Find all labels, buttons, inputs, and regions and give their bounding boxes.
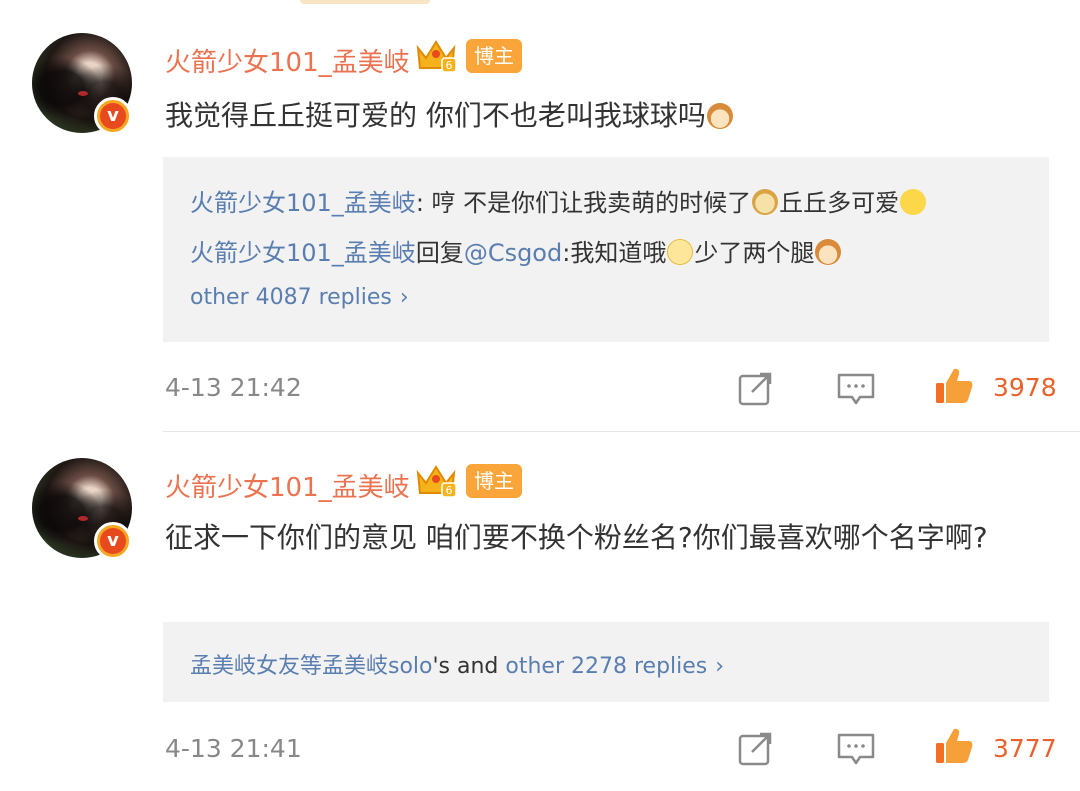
reply-line[interactable]: 火箭少女101_孟美岐: 哼 不是你们让我卖萌的时候了 丘丘多可爱 <box>190 183 927 218</box>
like-count: 3978 <box>993 373 1057 402</box>
svg-text:6: 6 <box>446 59 453 72</box>
cat-emoji-icon <box>706 103 733 129</box>
reply-username[interactable]: 火箭少女101_孟美岐 <box>190 239 416 267</box>
thumbs-up-icon[interactable] <box>934 366 974 406</box>
chevron-right-icon: › <box>715 654 725 679</box>
think-emoji-icon <box>667 239 694 265</box>
svg-text:6: 6 <box>446 484 453 497</box>
comment-icon[interactable] <box>836 368 876 408</box>
reply-line[interactable]: 火箭少女101_孟美岐回复@Csgod:我知道哦 少了两个腿 <box>190 233 842 268</box>
comment-item: v 火箭少女101_孟美岐 6 博主 征求一下你们的意见 咱们要不换个粉丝名?你… <box>0 432 1080 791</box>
reply-summary-user[interactable]: 孟美岐女友等孟美岐solo <box>190 654 433 679</box>
smile-emoji-icon <box>900 189 927 215</box>
mention-link[interactable]: @Csgod <box>464 239 562 267</box>
more-replies-link[interactable]: other 4087 replies › <box>190 285 409 310</box>
comment-username[interactable]: 火箭少女101_孟美岐 <box>165 467 410 504</box>
more-replies-link[interactable]: other 2278 replies <box>505 654 707 679</box>
reply-box[interactable]: 孟美岐女友等孟美岐solo's and other 2278 replies › <box>163 622 1049 702</box>
crown-level-6-icon: 6 <box>416 40 457 73</box>
blogger-badge: 博主 <box>466 464 522 498</box>
reply-username[interactable]: 火箭少女101_孟美岐 <box>190 189 416 217</box>
doge-emoji-icon <box>752 189 779 215</box>
comment-text: 我觉得丘丘挺可爱的 你们不也老叫我球球吗 <box>165 94 1050 138</box>
crown-level-6-icon: 6 <box>416 465 457 498</box>
like-count: 3777 <box>993 734 1057 763</box>
verified-v-icon: v <box>94 97 132 135</box>
reply-summary[interactable]: 孟美岐女友等孟美岐solo's and other 2278 replies › <box>190 648 724 680</box>
reply-box[interactable]: 火箭少女101_孟美岐: 哼 不是你们让我卖萌的时候了 丘丘多可爱 火箭少女101… <box>163 157 1049 342</box>
cat-emoji-icon <box>815 239 842 265</box>
comment-timestamp: 4-13 21:42 <box>165 373 302 402</box>
repost-icon[interactable] <box>736 368 776 408</box>
verified-v-icon: v <box>94 522 132 560</box>
chevron-right-icon: › <box>399 285 409 310</box>
blogger-badge: 博主 <box>466 39 522 73</box>
comment-username[interactable]: 火箭少女101_孟美岐 <box>165 42 410 79</box>
comment-text: 征求一下你们的意见 咱们要不换个粉丝名?你们最喜欢哪个名字啊? <box>165 521 988 554</box>
thumbs-up-icon[interactable] <box>934 726 974 766</box>
comment-timestamp: 4-13 21:41 <box>165 734 302 763</box>
repost-icon[interactable] <box>736 728 776 768</box>
comment-item: v 火箭少女101_孟美岐 6 博主 我觉得丘丘挺可爱的 你们不也老叫我球球吗 … <box>0 0 1080 430</box>
comment-icon[interactable] <box>836 728 876 768</box>
